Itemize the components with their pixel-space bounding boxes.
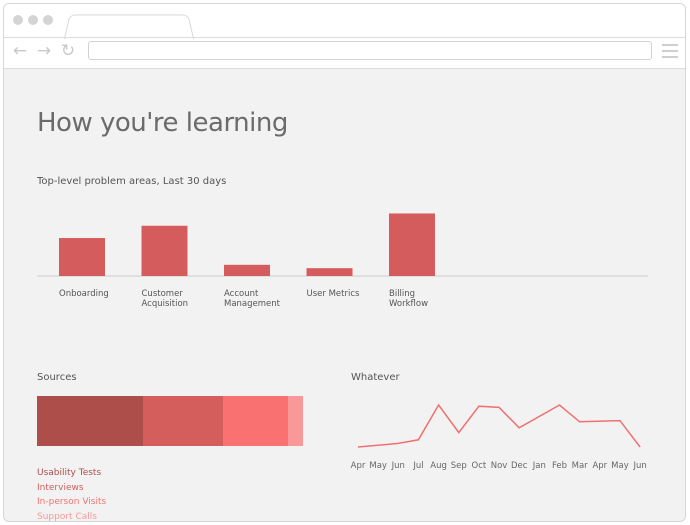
trend-line-chart: Apr May Jun Jul Aug Sep Oct Nov Dec Jan Feb Mar Apr M…	[351, 403, 647, 471]
trend-x-tick-label: Jul	[412, 461, 423, 471]
browser-window: ← → ↻ How you're learning Top-level prob…	[3, 3, 686, 522]
browser-chrome: ← → ↻	[4, 4, 685, 69]
trend-x-tick-label: Apr	[351, 461, 366, 471]
trend-x-tick-label: Jan	[532, 461, 546, 471]
problem-areas-bar-chart: Onboarding CustomerAcquisition AccountMana…	[37, 213, 648, 309]
trend-x-tick-label: Mar	[572, 461, 589, 471]
trend-x-tick-label: Oct	[472, 461, 487, 471]
trend-x-tick-label: Aug	[430, 461, 447, 471]
trend-x-tick-label: Apr	[592, 461, 607, 471]
sources-legend-item: Support Calls	[37, 511, 97, 522]
sources-segment-interviews[interactable]	[143, 396, 224, 446]
sources-legend-item: Usability Tests	[37, 468, 102, 478]
tab-strip-divider	[4, 37, 685, 38]
problem-areas-subtitle: Top-level problem areas, Last 30 days	[37, 176, 227, 187]
forward-arrow-icon[interactable]: →	[35, 42, 53, 60]
window-close-dot[interactable]	[13, 15, 23, 25]
bar-customer-acquisition[interactable]	[141, 225, 188, 276]
sources-segment-in-person-visits[interactable]	[223, 396, 289, 446]
trend-x-tick-label: May	[369, 461, 387, 471]
hamburger-menu-icon[interactable]	[662, 44, 678, 58]
sources-segment-usability-tests[interactable]	[37, 396, 144, 446]
bar-account-management[interactable]	[224, 264, 270, 276]
bar-category-label: Account	[224, 289, 259, 299]
bar-onboarding[interactable]	[59, 238, 105, 276]
trend-series-line	[357, 403, 641, 448]
sources-legend-item: In-person Visits	[37, 497, 107, 507]
bar-category-label: Customer	[142, 289, 184, 299]
sources-label: Sources	[37, 372, 77, 383]
browser-tab[interactable]	[64, 14, 194, 40]
bar-category-label: Onboarding	[59, 289, 109, 299]
window-maximize-dot[interactable]	[43, 15, 53, 25]
reload-icon[interactable]: ↻	[59, 42, 77, 60]
trend-x-tick-label: Jun	[632, 461, 646, 471]
bar-category-label: Workflow	[389, 299, 428, 309]
trend-x-tick-label: Dec	[511, 461, 528, 471]
window-minimize-dot[interactable]	[28, 15, 38, 25]
trend-x-tick-label: Jun	[391, 461, 405, 471]
trend-x-tick-label: Nov	[491, 461, 508, 471]
trend-x-tick-label: May	[611, 461, 629, 471]
bar-category-label: Billing	[389, 289, 415, 299]
sources-stacked-bar	[37, 396, 303, 446]
bar-category-label: User Metrics	[307, 289, 361, 299]
sources-legend: Usability Tests Interviews In-person Visit…	[37, 466, 107, 522]
trend-x-tick-label: Sep	[451, 461, 467, 471]
sources-segment-support-calls[interactable]	[288, 396, 303, 446]
page-title: How you're learning	[37, 108, 288, 138]
trend-x-tick-label: Feb	[552, 461, 567, 471]
address-bar[interactable]	[88, 41, 652, 60]
bar-category-label: Management	[224, 299, 281, 309]
bar-user-metrics[interactable]	[306, 268, 353, 276]
trend-chart-label: Whatever	[351, 372, 400, 383]
bar-billing-workflow[interactable]	[389, 213, 435, 276]
sources-legend-item: Interviews	[37, 482, 84, 493]
bar-category-label: Acquisition	[142, 299, 189, 309]
back-arrow-icon[interactable]: ←	[11, 42, 29, 60]
